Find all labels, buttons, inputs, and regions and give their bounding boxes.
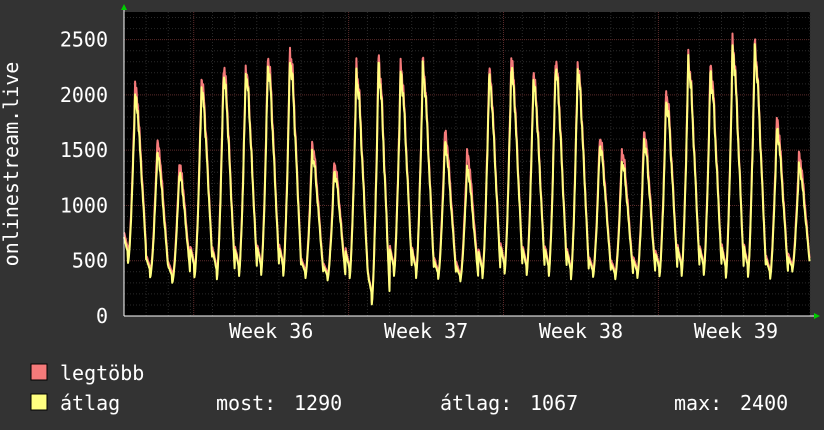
stat-max-label: max:	[674, 391, 722, 415]
y-tick-labels: 0 500 1000 1500 2000 2500	[60, 28, 108, 328]
x-tick-label: Week 36	[229, 319, 313, 343]
y-tick-label: 0	[96, 304, 108, 328]
y-tick-label: 500	[72, 249, 108, 273]
y-tick-label: 2500	[60, 28, 108, 52]
legend-label-avg: átlag	[60, 391, 120, 415]
x-tick-label: Week 37	[384, 319, 468, 343]
legend-swatch-avg	[30, 393, 48, 411]
stat-max-value: 2400	[740, 391, 788, 415]
stat-now-value: 1290	[294, 391, 342, 415]
x-tick-labels: Week 36 Week 37 Week 38 Week 39	[229, 319, 778, 343]
x-tick-label: Week 39	[694, 319, 778, 343]
stat-avg-value: 1067	[530, 391, 578, 415]
x-tick-label: Week 38	[539, 319, 623, 343]
x-axis-arrow	[814, 313, 820, 319]
y-axis-label: onlinestream.live	[0, 62, 23, 267]
stat-avg-label: átlag:	[440, 391, 512, 415]
y-tick-label: 1500	[60, 138, 108, 162]
legend-label-max: legtöbb	[60, 361, 144, 385]
traffic-chart: 05001000150020002500 Week 36 Week 37 Week …	[0, 4, 820, 415]
y-tick-label: 2000	[60, 83, 108, 107]
y-axis-arrow	[121, 4, 127, 10]
legend-swatch-max	[30, 363, 48, 381]
stat-now-label: most:	[216, 391, 276, 415]
y-tick-label: 1000	[60, 193, 108, 217]
